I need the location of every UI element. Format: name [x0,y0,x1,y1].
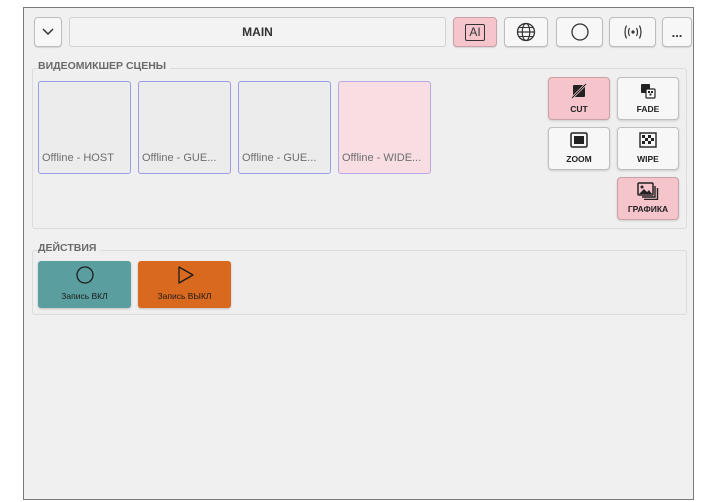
ai-button[interactable]: AI [453,17,497,47]
image-stack-icon [637,182,659,200]
record-off-label: Запись ВЫКЛ [157,291,212,301]
graphics-label: ГРАФИКА [627,204,669,214]
broadcast-icon [623,25,642,39]
actions-label: ДЕЙСТВИЯ [38,242,101,254]
scene-label: Offline - GUE... [142,152,217,164]
wipe-button[interactable]: WIPE [617,127,679,170]
dropdown-button[interactable] [34,17,62,47]
globe-icon [516,22,536,42]
record-button[interactable] [556,17,603,47]
record-on-label: Запись ВКЛ [61,291,108,301]
cut-button[interactable]: CUT [548,77,610,120]
scene-card-active[interactable]: Offline - WIDE... [338,81,431,174]
fade-label: FADE [636,104,660,114]
record-off-button[interactable]: Запись ВЫКЛ [138,261,231,308]
scene-label: Offline - GUE... [242,152,317,164]
circle-icon [570,23,589,41]
fade-button[interactable]: FADE [617,77,679,120]
globe-button[interactable] [504,17,548,47]
scene-card[interactable]: Offline - GUE... [238,81,331,174]
chevron-down-icon [42,28,54,36]
scene-title: MAIN [69,17,446,47]
wipe-label: WIPE [637,154,659,164]
more-icon: ... [671,24,683,40]
more-button[interactable]: ... [662,17,692,47]
fade-icon [641,84,656,99]
wipe-icon [639,132,657,148]
zoom-icon [570,132,588,148]
toolbar: MAIN AI ... [34,17,692,47]
cut-icon [571,83,587,99]
broadcast-button[interactable] [609,17,656,47]
circle-icon [75,266,94,284]
app-window: MAIN AI ... ВИДЕОМИКШЕР СЦЕНЫ Offline - … [23,7,694,500]
scene-label: Offline - WIDE... [342,152,422,164]
graphics-button[interactable]: ГРАФИКА [617,177,679,220]
scene-card[interactable]: Offline - GUE... [138,81,231,174]
record-on-button[interactable]: Запись ВКЛ [38,261,131,308]
cut-label: CUT [570,104,588,114]
video-mixer-label: ВИДЕОМИКШЕР СЦЕНЫ [38,60,171,72]
zoom-button[interactable]: ZOOM [548,127,610,170]
zoom-label: ZOOM [566,154,592,164]
play-icon [177,266,194,284]
scene-card[interactable]: Offline - HOST [38,81,131,174]
ai-icon: AI [465,23,485,41]
scene-label: Offline - HOST [42,152,114,164]
